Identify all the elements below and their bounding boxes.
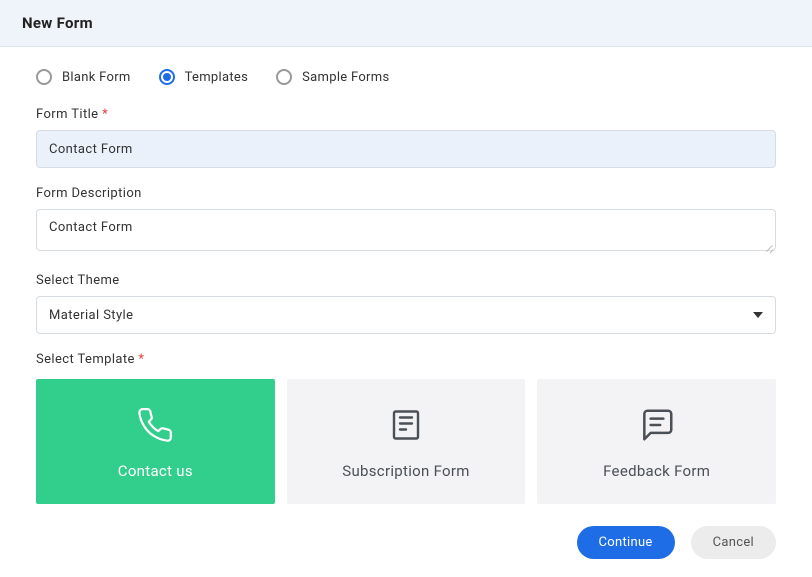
- radio-icon: [36, 69, 52, 85]
- field-label: Form Description: [36, 186, 776, 201]
- field-select-template: Select Template * Contact us Subscriptio…: [36, 352, 776, 504]
- field-label: Select Theme: [36, 273, 776, 288]
- chevron-down-icon: [753, 312, 763, 318]
- theme-select[interactable]: Material Style: [36, 296, 776, 334]
- dialog-body: Blank Form Templates Sample Forms Form T…: [0, 47, 812, 577]
- field-label: Form Title *: [36, 107, 776, 122]
- label-text: Select Template: [36, 352, 135, 367]
- form-type-radios: Blank Form Templates Sample Forms: [36, 69, 776, 85]
- form-title-input[interactable]: [36, 130, 776, 168]
- template-card-subscription[interactable]: Subscription Form: [287, 379, 526, 504]
- required-mark: *: [138, 352, 144, 367]
- field-form-description: Form Description: [36, 186, 776, 255]
- dialog-title: New Form: [22, 14, 790, 32]
- radio-label: Sample Forms: [302, 70, 389, 85]
- radio-blank-form[interactable]: Blank Form: [36, 69, 131, 85]
- form-description-input[interactable]: [36, 209, 776, 251]
- chat-icon: [638, 404, 676, 446]
- radio-sample-forms[interactable]: Sample Forms: [276, 69, 389, 85]
- radio-label: Templates: [185, 70, 249, 85]
- radio-icon: [159, 69, 175, 85]
- phone-icon: [136, 404, 174, 446]
- template-label: Contact us: [118, 462, 193, 480]
- template-grid: Contact us Subscription Form Feedback Fo…: [36, 379, 776, 504]
- radio-icon: [276, 69, 292, 85]
- template-card-feedback[interactable]: Feedback Form: [537, 379, 776, 504]
- dialog-footer: Continue Cancel: [36, 526, 776, 559]
- template-label: Feedback Form: [603, 462, 710, 480]
- dialog-header: New Form: [0, 0, 812, 47]
- newspaper-icon: [388, 404, 424, 446]
- radio-label: Blank Form: [62, 70, 131, 85]
- cancel-button[interactable]: Cancel: [691, 526, 776, 559]
- select-value: Material Style: [49, 308, 133, 323]
- label-text: Form Description: [36, 186, 142, 201]
- required-mark: *: [102, 107, 108, 122]
- field-form-title: Form Title *: [36, 107, 776, 168]
- template-label: Subscription Form: [342, 462, 470, 480]
- label-text: Select Theme: [36, 273, 120, 288]
- label-text: Form Title: [36, 107, 98, 122]
- template-card-contact[interactable]: Contact us: [36, 379, 275, 504]
- radio-templates[interactable]: Templates: [159, 69, 249, 85]
- field-select-theme: Select Theme Material Style: [36, 273, 776, 334]
- continue-button[interactable]: Continue: [577, 526, 675, 559]
- field-label: Select Template *: [36, 352, 776, 367]
